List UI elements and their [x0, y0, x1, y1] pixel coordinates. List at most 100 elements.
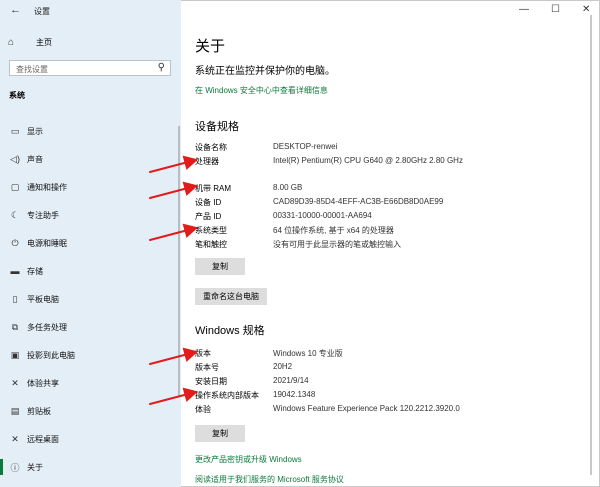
sidebar-item[interactable]: ⓘ 关于 — [0, 453, 181, 481]
device-specs-list: 设备名称 DESKTOP-renwei 处理器 Intel(R) Pentium(R)… — [195, 142, 585, 253]
moon-icon: ☾ — [10, 209, 20, 220]
spec-label: 设备名称 — [195, 143, 227, 152]
sidebar-item[interactable]: ▭ 显示 — [0, 117, 181, 145]
search-input[interactable]: 查找设置 ⚲ — [9, 60, 171, 76]
sidebar-item-label: 显示 — [27, 126, 43, 136]
sidebar-item[interactable]: ✕ 体验共享 — [0, 369, 181, 397]
spec-value: 20H2 — [273, 362, 293, 371]
multitask-icon: ⧉ — [11, 321, 19, 332]
active-indicator — [0, 459, 3, 475]
sidebar-item[interactable]: ▣ 投影到此电脑 — [0, 341, 181, 369]
sidebar-item[interactable]: ☾ 专注助手 — [0, 201, 181, 229]
spec-label: 系统类型 — [195, 226, 227, 235]
spec-label: 机带 RAM — [195, 184, 231, 193]
spec-value: DESKTOP-renwei — [273, 142, 338, 151]
spec-value: 19042.1348 — [273, 390, 316, 399]
spec-row: 版本号 20H2 — [195, 362, 585, 376]
sidebar-item[interactable]: ▬ 存储 — [0, 257, 181, 285]
sidebar-item[interactable]: ▢ 通知和操作 — [0, 173, 181, 201]
copy-device-specs-button[interactable]: 复制 — [195, 258, 245, 275]
spec-label: 产品 ID — [195, 212, 222, 221]
sidebar-item-label: 剪贴板 — [27, 406, 51, 416]
titlebar-left: ← 设置 — [0, 0, 181, 20]
spec-value: 8.00 GB — [273, 183, 303, 192]
remote-desktop-icon: ✕ — [11, 433, 19, 444]
windows-specs-heading: Windows 规格 — [195, 325, 265, 337]
clipboard-icon: ▤ — [10, 405, 20, 416]
main-pane: — ☐ ✕ 关于 系统正在监控并保护你的电脑。 在 Windows 安全中心中查… — [181, 0, 600, 487]
sidebar-nav: ▭ 显示 ◁) 声音 ▢ 通知和操作 ☾ 专注助手 ⏻ 电源和睡眠 ▬ 存储 ▯ 平板电脑 ⧉ 多任务处理 ▣ 投… — [0, 117, 181, 481]
main-scrollbar[interactable] — [590, 15, 592, 475]
upgrade-windows-link[interactable]: 更改产品密钥或升级 Windows — [195, 454, 302, 465]
sidebar-item-label: 通知和操作 — [27, 182, 67, 192]
spec-row: 系统类型 64 位操作系统, 基于 x64 的处理器 — [195, 225, 585, 239]
sidebar-item[interactable]: ⏻ 电源和睡眠 — [0, 229, 181, 257]
sidebar-item-label: 多任务处理 — [27, 322, 67, 332]
section-heading: 系统 — [9, 91, 25, 100]
copy-windows-specs-button[interactable]: 复制 — [195, 425, 245, 442]
spec-row: 设备 ID CAD89D39-85D4-4EFF-AC3B-E66DB8D0AE9… — [195, 197, 585, 211]
spec-value: 没有可用于此显示器的笔或触控输入 — [273, 240, 401, 249]
sidebar-item[interactable]: ▯ 平板电脑 — [0, 285, 181, 313]
security-center-link[interactable]: 在 Windows 安全中心中查看详细信息 — [195, 85, 328, 96]
spec-label: 笔和触控 — [195, 240, 227, 249]
spec-value: 64 位操作系统, 基于 x64 的处理器 — [273, 226, 394, 235]
spec-row: 产品 ID 00331-10000-00001-AA694 — [195, 211, 585, 225]
home-icon: ⌂ — [8, 36, 15, 48]
storage-icon: ▬ — [10, 266, 20, 276]
spec-row: 设备名称 DESKTOP-renwei — [195, 142, 585, 156]
protection-status: 系统正在监控并保护你的电脑。 — [195, 66, 335, 77]
spec-value: Windows Feature Experience Pack 120.2212… — [273, 404, 460, 413]
spec-label: 处理器 — [195, 157, 219, 166]
spec-label: 安装日期 — [195, 377, 227, 386]
spec-row: 处理器 Intel(R) Pentium(R) CPU G640 @ 2.80GH… — [195, 156, 585, 183]
windows-specs-list: 版本 Windows 10 专业版版本号 20H2 安装日期 2021/9/14 操作系统… — [195, 348, 585, 418]
sidebar-item-label: 投影到此电脑 — [27, 350, 75, 360]
share-icon: ✕ — [11, 377, 19, 388]
sidebar-item[interactable]: ◁) 声音 — [0, 145, 181, 173]
spec-label: 设备 ID — [195, 198, 222, 207]
close-button[interactable]: ✕ — [582, 4, 590, 15]
sidebar-item[interactable]: ⧉ 多任务处理 — [0, 313, 181, 341]
spec-row: 笔和触控 没有可用于此显示器的笔或触控输入 — [195, 239, 585, 253]
minimize-button[interactable]: — — [519, 4, 529, 15]
sidebar-item-label: 声音 — [27, 154, 43, 164]
sidebar: ← 设置 ⌂ 主页 查找设置 ⚲ 系统 ▭ 显示 ◁) 声音 ▢ 通知和操作 ☾ 专注助手 ⏻ 电… — [0, 0, 181, 487]
device-specs-heading: 设备规格 — [195, 121, 239, 133]
spec-value: Intel(R) Pentium(R) CPU G640 @ 2.80GHz 2… — [273, 156, 463, 165]
project-icon: ▣ — [10, 349, 20, 360]
sidebar-item-label: 关于 — [27, 462, 43, 472]
info-icon: ⓘ — [10, 462, 20, 473]
sidebar-item[interactable]: ▤ 剪贴板 — [0, 397, 181, 425]
maximize-button[interactable]: ☐ — [551, 4, 560, 15]
notification-icon: ▢ — [10, 181, 20, 192]
sidebar-item-label: 专注助手 — [27, 210, 59, 220]
sidebar-item-label: 体验共享 — [27, 378, 59, 388]
sidebar-item-label: 存储 — [27, 266, 43, 276]
app-title: 设置 — [34, 7, 50, 16]
sidebar-scrollbar[interactable] — [178, 126, 180, 396]
sidebar-item[interactable]: ✕ 远程桌面 — [0, 425, 181, 453]
spec-row: 操作系统内部版本 19042.1348 — [195, 390, 585, 404]
service-agreement-link[interactable]: 阅读适用于我们服务的 Microsoft 服务协议 — [195, 474, 344, 485]
back-arrow-icon[interactable]: ← — [10, 4, 21, 16]
spec-value: CAD89D39-85D4-4EFF-AC3B-E66DB8D0AE99 — [273, 197, 444, 206]
spec-label: 版本号 — [195, 363, 219, 372]
rename-pc-button[interactable]: 重命名这台电脑 — [195, 288, 267, 305]
sidebar-item-label: 电源和睡眠 — [27, 238, 67, 248]
sidebar-item-label: 平板电脑 — [27, 294, 59, 304]
spec-row: 机带 RAM 8.00 GB — [195, 183, 585, 197]
spec-label: 操作系统内部版本 — [195, 391, 259, 400]
spec-label: 版本 — [195, 349, 211, 358]
sidebar-item-label: 远程桌面 — [27, 434, 59, 444]
spec-row: 体验 Windows Feature Experience Pack 120.22… — [195, 404, 585, 418]
display-icon: ▭ — [10, 125, 20, 136]
spec-label: 体验 — [195, 405, 211, 414]
search-icon[interactable]: ⚲ — [158, 62, 165, 73]
spec-value: 00331-10000-00001-AA694 — [273, 211, 372, 220]
spec-value: Windows 10 专业版 — [273, 349, 343, 358]
home-nav-item[interactable]: ⌂ 主页 — [8, 34, 168, 50]
page-title: 关于 — [195, 38, 226, 55]
spec-row: 安装日期 2021/9/14 — [195, 376, 585, 390]
tablet-icon: ▯ — [12, 293, 18, 304]
